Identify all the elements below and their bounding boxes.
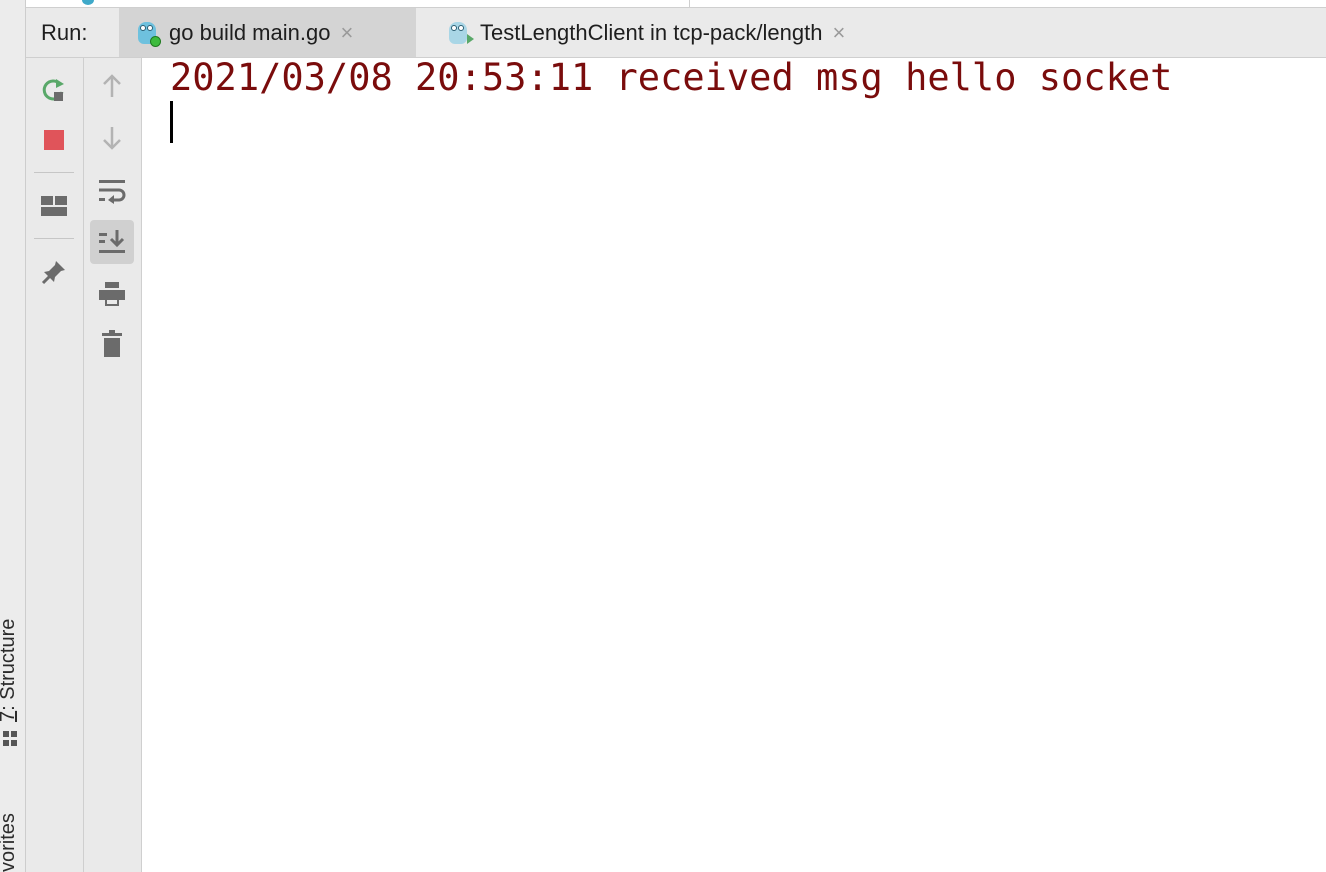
structure-tool-tab[interactable]: 7: Structure — [0, 590, 25, 750]
scroll-to-end-button[interactable] — [90, 220, 134, 264]
close-icon[interactable]: × — [340, 20, 353, 46]
console-output[interactable]: 2021/03/08 20:53:11 received msg hello s… — [142, 58, 1326, 872]
clear-all-button[interactable] — [90, 322, 134, 366]
previous-occurrence-button[interactable] — [90, 64, 134, 108]
tab-title: go build main.go — [169, 19, 331, 45]
rerun-icon — [42, 79, 64, 101]
tab-test-length-client[interactable]: TestLengthClient in tcp-pack/length × — [416, 8, 936, 57]
layout-icon — [41, 196, 67, 216]
structure-icon — [3, 731, 17, 746]
go-gopher-test-icon — [446, 20, 474, 46]
structure-tab-label: 7: Structure — [0, 618, 19, 722]
layout-button[interactable] — [32, 184, 76, 228]
print-button[interactable] — [90, 272, 134, 316]
pin-tab-button[interactable] — [32, 250, 76, 294]
soft-wrap-button[interactable] — [90, 168, 134, 212]
soft-wrap-icon — [99, 180, 126, 204]
favorites-tool-tab[interactable]: vorites — [0, 780, 25, 872]
editor-tab-icon — [82, 0, 94, 5]
close-icon[interactable]: × — [832, 20, 845, 46]
stop-icon — [44, 130, 64, 150]
editor-top-edge — [26, 0, 1326, 8]
tab-title: TestLengthClient in tcp-pack/length — [480, 19, 823, 45]
go-gopher-run-icon — [135, 20, 161, 47]
text-caret — [170, 101, 173, 143]
run-label: Run: — [41, 20, 88, 45]
run-actions-toolbar — [26, 58, 84, 872]
rerun-button[interactable] — [32, 68, 76, 112]
toolbar-separator — [34, 172, 74, 173]
scroll-to-end-icon — [99, 230, 125, 253]
console-line: 2021/03/08 20:53:11 received msg hello s… — [170, 56, 1173, 99]
run-tab-bar: Run: go build main.go × TestLengthClient… — [26, 8, 1326, 58]
tab-go-build-main[interactable]: go build main.go × — [119, 8, 416, 57]
print-icon — [99, 282, 125, 306]
stop-button[interactable] — [32, 118, 76, 162]
arrow-up-icon — [103, 74, 121, 97]
favorites-tab-label: vorites — [0, 813, 19, 872]
toolbar-separator — [34, 238, 74, 239]
left-tool-strip: 7: Structure vorites — [0, 0, 26, 872]
editor-tab-divider — [689, 0, 690, 7]
next-occurrence-button[interactable] — [90, 116, 134, 160]
arrow-down-icon — [103, 127, 121, 150]
run-tool-window: 7: Structure vorites Run: go buil — [0, 0, 1326, 872]
pin-icon — [41, 261, 65, 285]
console-actions-toolbar — [84, 58, 142, 872]
trash-icon — [102, 330, 122, 357]
